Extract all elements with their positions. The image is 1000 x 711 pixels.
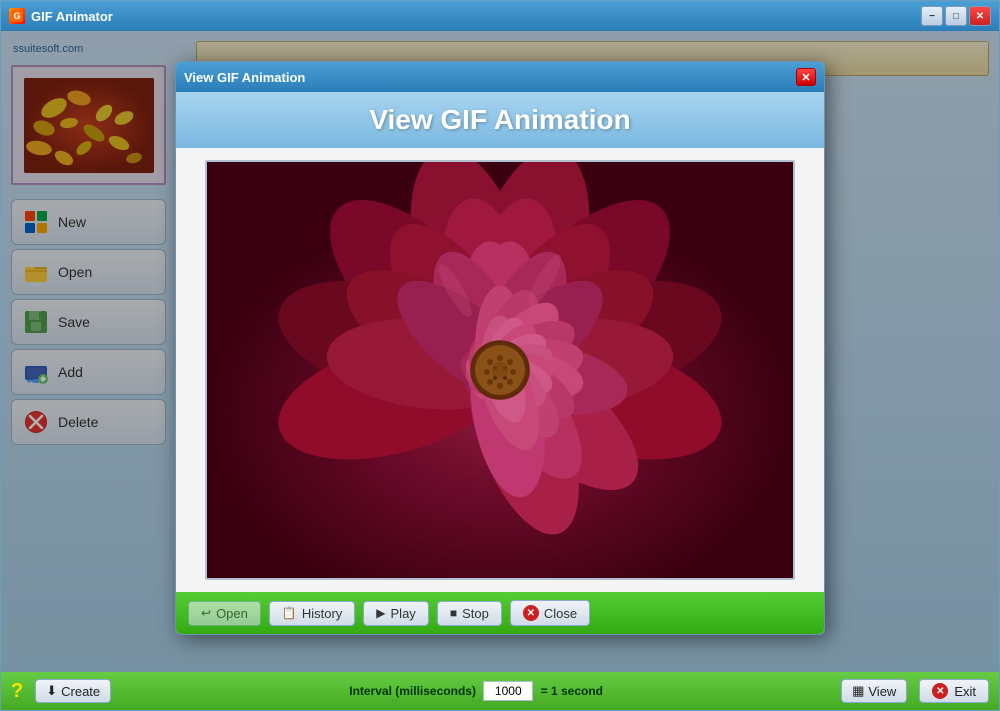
modal-open-button[interactable]: ↩ Open bbox=[188, 601, 261, 626]
close-x-icon: ✕ bbox=[523, 605, 539, 621]
create-label: Create bbox=[61, 684, 100, 699]
modal-play-label: Play bbox=[391, 606, 416, 621]
modal-open-label: Open bbox=[216, 606, 248, 621]
history-btn-icon: 📋 bbox=[282, 606, 297, 620]
stop-btn-icon: ■ bbox=[450, 606, 457, 620]
view-label: View bbox=[868, 684, 896, 699]
modal-title: View GIF Animation bbox=[184, 70, 796, 85]
open-btn-icon: ↩ bbox=[201, 606, 211, 620]
main-window: G GIF Animator − □ ✕ GIF Animator ssuite… bbox=[0, 0, 1000, 711]
modal-title-bar: View GIF Animation ✕ bbox=[176, 62, 824, 92]
content-area: GIF Animator ssuitesoft.com bbox=[1, 31, 999, 672]
app-icon: G bbox=[9, 8, 25, 24]
window-controls: − □ ✕ bbox=[921, 6, 991, 26]
bottom-bar: ? ⬇ Create Interval (milliseconds) = 1 s… bbox=[1, 672, 999, 710]
modal-close-footer-button[interactable]: ✕ Close bbox=[510, 600, 590, 626]
exit-x-icon: ✕ bbox=[932, 683, 948, 699]
modal-header: View GIF Animation bbox=[176, 92, 824, 148]
modal-close-button[interactable]: ✕ bbox=[796, 68, 816, 86]
modal-stop-label: Stop bbox=[462, 606, 489, 621]
exit-button[interactable]: ✕ Exit bbox=[919, 679, 989, 703]
title-bar: G GIF Animator − □ ✕ bbox=[1, 1, 999, 31]
modal-overlay: View GIF Animation ✕ View GIF Animation bbox=[1, 31, 999, 672]
interval-label: Interval (milliseconds) = 1 second bbox=[123, 681, 829, 701]
modal-footer: ↩ Open 📋 History ▶ Play ■ Stop bbox=[176, 592, 824, 634]
modal-dialog: View GIF Animation ✕ View GIF Animation bbox=[175, 61, 825, 635]
create-button[interactable]: ⬇ Create bbox=[35, 679, 111, 703]
view-icon: ▦ bbox=[852, 683, 864, 699]
interval-input[interactable] bbox=[483, 681, 533, 701]
close-button[interactable]: ✕ bbox=[969, 6, 991, 26]
svg-text:G: G bbox=[13, 11, 20, 21]
modal-body bbox=[176, 148, 824, 592]
modal-header-title: View GIF Animation bbox=[176, 104, 824, 136]
view-button[interactable]: ▦ View bbox=[841, 679, 907, 703]
play-btn-icon: ▶ bbox=[376, 606, 385, 620]
app-title: GIF Animator bbox=[31, 9, 921, 24]
modal-history-button[interactable]: 📋 History bbox=[269, 601, 355, 626]
exit-label: Exit bbox=[954, 684, 976, 699]
modal-close-footer-label: Close bbox=[544, 606, 577, 621]
minimize-button[interactable]: − bbox=[921, 6, 943, 26]
flower-frame bbox=[205, 160, 795, 580]
create-arrow-icon: ⬇ bbox=[46, 683, 57, 699]
modal-history-label: History bbox=[302, 606, 342, 621]
maximize-button[interactable]: □ bbox=[945, 6, 967, 26]
help-button[interactable]: ? bbox=[11, 680, 23, 703]
modal-play-button[interactable]: ▶ Play bbox=[363, 601, 429, 626]
modal-stop-button[interactable]: ■ Stop bbox=[437, 601, 502, 626]
